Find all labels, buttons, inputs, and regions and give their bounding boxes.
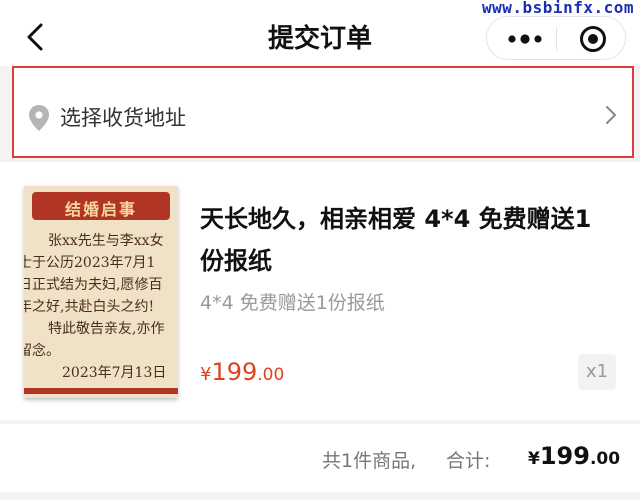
watermark: www.bsbinfx.com: [482, 0, 634, 17]
image-line: 特此敬告亲友,亦作: [48, 321, 165, 337]
image-line: 留念。: [24, 343, 60, 359]
image-line: 张xx先生与李xx女: [48, 233, 164, 249]
capsule-divider: [556, 27, 557, 51]
total-price-integer: 199: [539, 442, 590, 470]
address-selector[interactable]: 选择收货地址: [12, 66, 634, 158]
total-price: ¥199.00: [528, 442, 620, 470]
product-image: 结婚启事 张xx先生与李xx女 士于公历2023年7月1 日正式结为夫妇,愿修百…: [24, 186, 178, 398]
more-dots-icon[interactable]: [505, 27, 545, 51]
image-line: 日正式结为夫妇,愿修百: [24, 277, 163, 293]
mini-program-capsule: [486, 16, 626, 60]
price-decimal: .00: [257, 365, 285, 385]
location-pin-icon: [29, 105, 49, 131]
target-icon[interactable]: [579, 25, 607, 53]
total-price-decimal: .00: [589, 449, 621, 469]
order-summary: 共1件商品, 合计: ¥199.00: [0, 424, 640, 492]
product-price: ¥199.00: [200, 358, 284, 386]
image-banner: 结婚启事: [32, 192, 170, 220]
total-price-symbol: ¥: [528, 449, 540, 469]
image-banner-text: 结婚启事: [64, 200, 137, 219]
address-placeholder: 选择收货地址: [60, 106, 186, 130]
chevron-right-icon: [606, 106, 616, 124]
nav-bar: 提交订单 www.bsbinfx.com: [0, 0, 640, 66]
image-line: 年之好,共赴白头之约!: [24, 299, 155, 315]
total-label: 合计:: [446, 450, 491, 472]
image-footer-stripe: [24, 388, 178, 394]
image-line: 2023年7月13日: [62, 365, 167, 381]
product-spec: 4*4 免费赠送1份报纸: [200, 292, 385, 314]
product-name: 天长地久，相亲相爱 4*4 免费赠送1份报纸: [200, 205, 592, 275]
image-text: 张xx先生与李xx女 士于公历2023年7月1 日正式结为夫妇,愿修百 年之好,…: [24, 230, 178, 384]
product-card: 结婚启事 张xx先生与李xx女 士于公历2023年7月1 日正式结为夫妇,愿修百…: [0, 162, 640, 420]
quantity-badge: x1: [578, 354, 616, 390]
item-count: 共1件商品,: [322, 450, 417, 472]
image-line: 士于公历2023年7月1: [24, 255, 156, 271]
price-symbol: ¥: [200, 364, 212, 385]
price-integer: 199: [211, 358, 258, 386]
